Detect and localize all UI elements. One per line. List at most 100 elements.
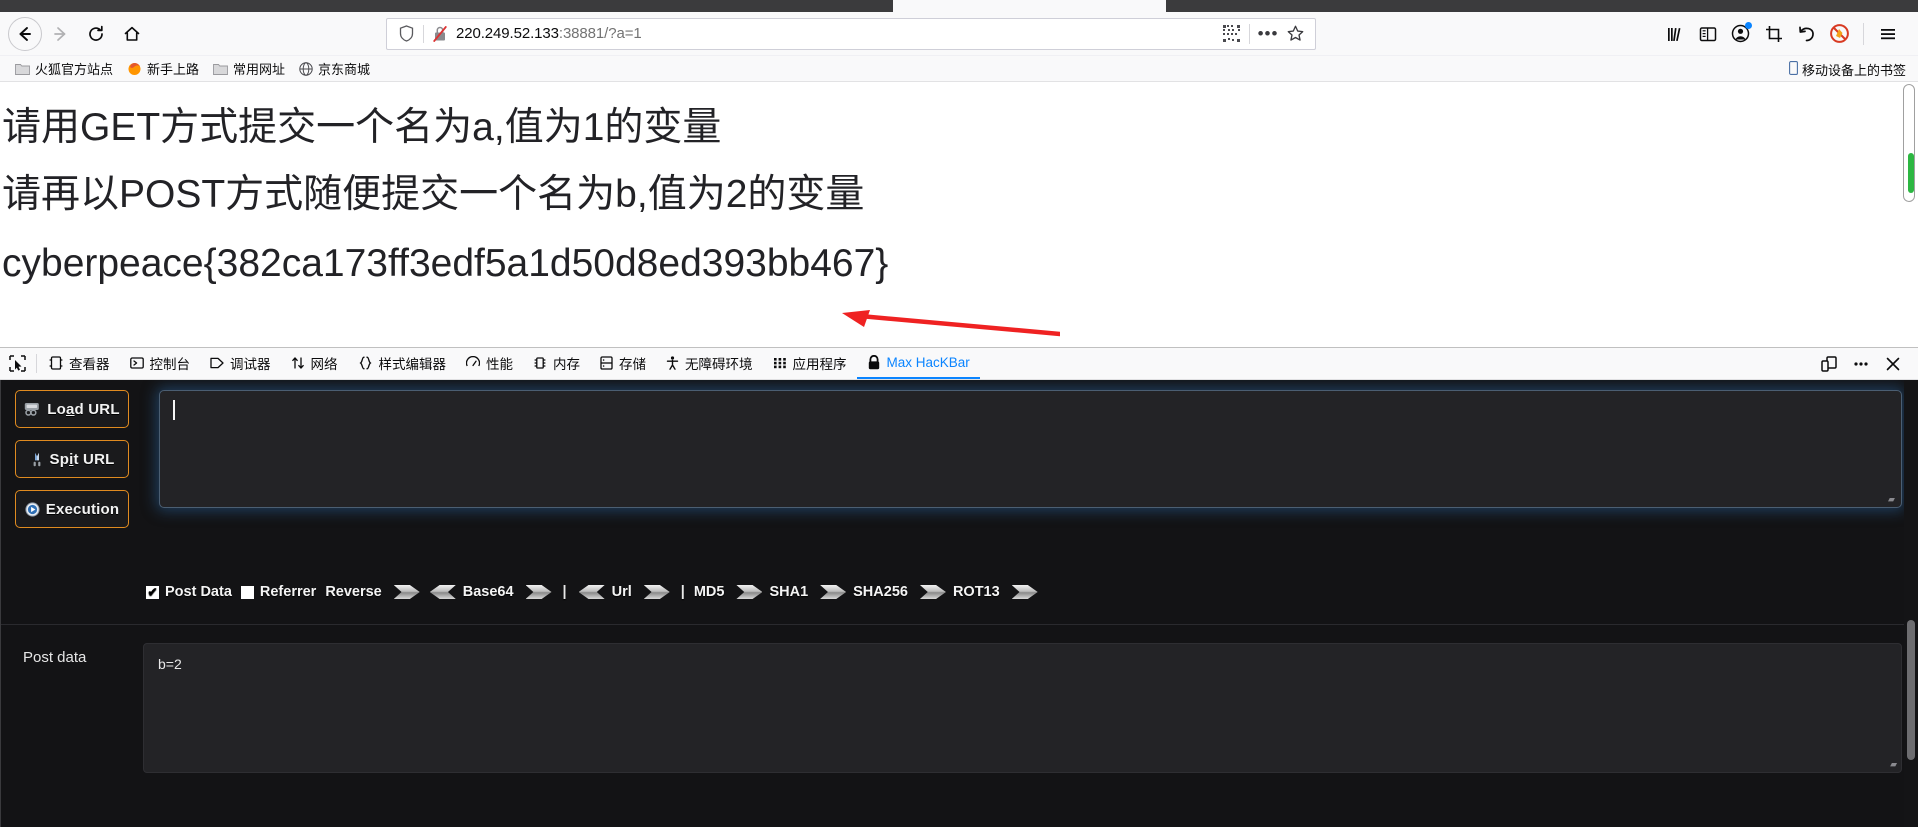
element-picker-button[interactable] <box>0 348 34 379</box>
devtools-close-button[interactable] <box>1878 349 1908 379</box>
hamburger-menu-button[interactable] <box>1871 18 1904 50</box>
devtools-tab-performance[interactable]: 性能 <box>456 348 523 379</box>
options-pipe-separator: | <box>680 584 685 600</box>
urlbar-divider-2 <box>1249 23 1250 44</box>
post-data-textarea[interactable]: b=2 ▰ <box>143 643 1902 773</box>
tab-strip[interactable] <box>0 0 1918 12</box>
devtools-tab-label: Max HacKBar <box>886 355 970 370</box>
post-data-label[interactable]: Post Data <box>165 584 232 600</box>
encoder-sha1-label[interactable]: SHA1 <box>769 584 808 600</box>
split-url-button[interactable]: Spit URL <box>15 440 129 478</box>
encode-arrow-right-icon[interactable] <box>526 585 552 599</box>
devtools-tab-style-editor[interactable]: 样式编辑器 <box>348 348 457 379</box>
post-data-checkbox[interactable]: ✔ <box>146 585 159 599</box>
forward-button[interactable] <box>42 17 78 51</box>
page-scrollbar[interactable] <box>1902 84 1916 342</box>
devtools-tab-memory[interactable]: 内存 <box>523 348 590 379</box>
console-icon <box>129 356 144 370</box>
bookmark-label: 常用网址 <box>233 62 286 77</box>
url-bar[interactable]: 220.249.52.133:38881/?a=1 ••• <box>386 17 1316 50</box>
encoder-reverse-label[interactable]: Reverse <box>325 584 381 600</box>
page-scrollbar-track[interactable] <box>1903 84 1915 202</box>
encoder-md5-label[interactable]: MD5 <box>694 584 725 600</box>
encode-arrow-right-icon[interactable] <box>644 585 670 599</box>
bookmark-item-0[interactable]: 火狐官方站点 <box>8 57 120 80</box>
encoder-sha256-label[interactable]: SHA256 <box>853 584 908 600</box>
active-tab[interactable] <box>893 0 1166 12</box>
encode-arrow-right-icon[interactable] <box>920 585 946 599</box>
bookmarks-toolbar: 火狐官方站点 新手上路 常用网址 京东商城 移动设备上的书签 <box>0 56 1918 82</box>
referrer-label[interactable]: Referrer <box>260 584 316 600</box>
home-button[interactable] <box>114 17 150 51</box>
bookmark-item-2[interactable]: 常用网址 <box>206 57 292 80</box>
encode-arrow-right-icon[interactable] <box>394 585 420 599</box>
load-url-button[interactable]: Load URL <box>15 390 129 428</box>
execution-button[interactable]: Execution <box>15 490 129 528</box>
textarea-resize-handle[interactable]: ▰ <box>1888 495 1898 505</box>
responsive-design-mode-button[interactable] <box>1814 349 1844 379</box>
bookmark-item-3[interactable]: 京东商城 <box>292 57 377 80</box>
post-data-value: b=2 <box>158 656 182 672</box>
text-caret <box>173 400 175 420</box>
toolbar-separator <box>1863 22 1864 45</box>
back-arrow-icon <box>19 26 31 41</box>
account-notification-badge <box>1745 21 1752 29</box>
reload-button[interactable] <box>78 17 114 51</box>
devtools-close-icon <box>1886 357 1900 370</box>
page-actions-ellipsis-icon[interactable]: ••• <box>1255 24 1281 44</box>
hackbar-scrollbar[interactable] <box>1904 380 1918 827</box>
undo-close-tab-button[interactable] <box>1790 18 1823 50</box>
mobile-bookmarks-item[interactable]: 移动设备上的书签 <box>1789 56 1906 82</box>
devtools-tab-label: 无障碍环境 <box>685 356 753 372</box>
page-line-1: 请用GET方式提交一个名为a,值为1的变量 <box>2 106 722 149</box>
decode-arrow-left-icon[interactable] <box>430 585 456 599</box>
broken-lock-icon[interactable] <box>428 25 452 43</box>
devtools-tab-accessibility[interactable]: 无障碍环境 <box>656 348 763 379</box>
screenshot-button[interactable] <box>1757 18 1790 50</box>
devtools-tab-console[interactable]: 控制台 <box>120 348 201 379</box>
bookmark-item-1[interactable]: 新手上路 <box>120 57 206 80</box>
devtools-tab-debugger[interactable]: 调试器 <box>200 348 281 379</box>
application-icon <box>773 356 787 370</box>
devtools-options-button[interactable] <box>1846 349 1876 379</box>
encoder-base64-label[interactable]: Base64 <box>463 584 514 600</box>
hackbar-scrollbar-thumb[interactable] <box>1907 620 1915 760</box>
bookmark-star-icon[interactable] <box>1281 24 1309 43</box>
devtools-tab-application[interactable]: 应用程序 <box>763 348 857 379</box>
devtools-tab-storage[interactable]: 存储 <box>590 348 656 379</box>
noscript-button[interactable] <box>1823 18 1856 50</box>
encode-arrow-right-icon[interactable] <box>820 585 846 599</box>
load-url-icon <box>24 402 41 416</box>
tab-strip-left[interactable] <box>0 0 893 12</box>
textarea-resize-handle[interactable]: ▰ <box>1890 760 1897 769</box>
decode-arrow-left-icon[interactable] <box>579 585 605 599</box>
referrer-checkbox[interactable] <box>240 585 254 599</box>
encoder-url-label[interactable]: Url <box>612 584 632 600</box>
devtools-tab-label: 性能 <box>486 356 513 372</box>
devtools-tab-label: 应用程序 <box>792 356 847 372</box>
devtools-tab-inspector[interactable]: 查看器 <box>39 348 120 379</box>
load-url-label: Load URL <box>47 400 120 418</box>
bookmark-label: 火狐官方站点 <box>35 62 114 77</box>
library-button[interactable] <box>1658 18 1691 50</box>
qr-code-icon[interactable] <box>1218 25 1244 42</box>
tab-strip-right[interactable] <box>1166 0 1918 12</box>
hackbar-button-column: Load URL Spit URL Execution <box>15 390 129 570</box>
devtools-tab-max-hackbar[interactable]: Max HacKBar <box>856 348 980 379</box>
back-button[interactable] <box>8 16 42 51</box>
tracking-protection-shield-icon[interactable] <box>393 25 419 42</box>
padlock-icon <box>867 355 881 370</box>
encode-arrow-right-icon[interactable] <box>1012 585 1038 599</box>
url-text[interactable]: 220.249.52.133:38881/?a=1 <box>452 25 1218 42</box>
sidebar-button[interactable] <box>1691 18 1724 50</box>
encode-arrow-right-icon[interactable] <box>736 585 762 599</box>
hackbar-url-textarea[interactable]: ▰ <box>159 390 1902 508</box>
page-content: 请用GET方式提交一个名为a,值为1的变量 请再以POST方式随便提交一个名为b… <box>0 82 1918 347</box>
encoder-rot13-label[interactable]: ROT13 <box>953 584 1000 600</box>
devtools-tab-label: 样式编辑器 <box>378 356 447 372</box>
account-button[interactable] <box>1724 18 1757 50</box>
devtools-tab-network[interactable]: 网络 <box>281 348 348 379</box>
devtools-toolbar-right <box>1814 348 1918 379</box>
page-scrollbar-thumb[interactable] <box>1908 153 1914 193</box>
devtools-toolbar: 查看器 控制台 调试器 网络 样式编辑器 性能 内存 存储 无障碍环境 应用程序… <box>0 348 1918 380</box>
